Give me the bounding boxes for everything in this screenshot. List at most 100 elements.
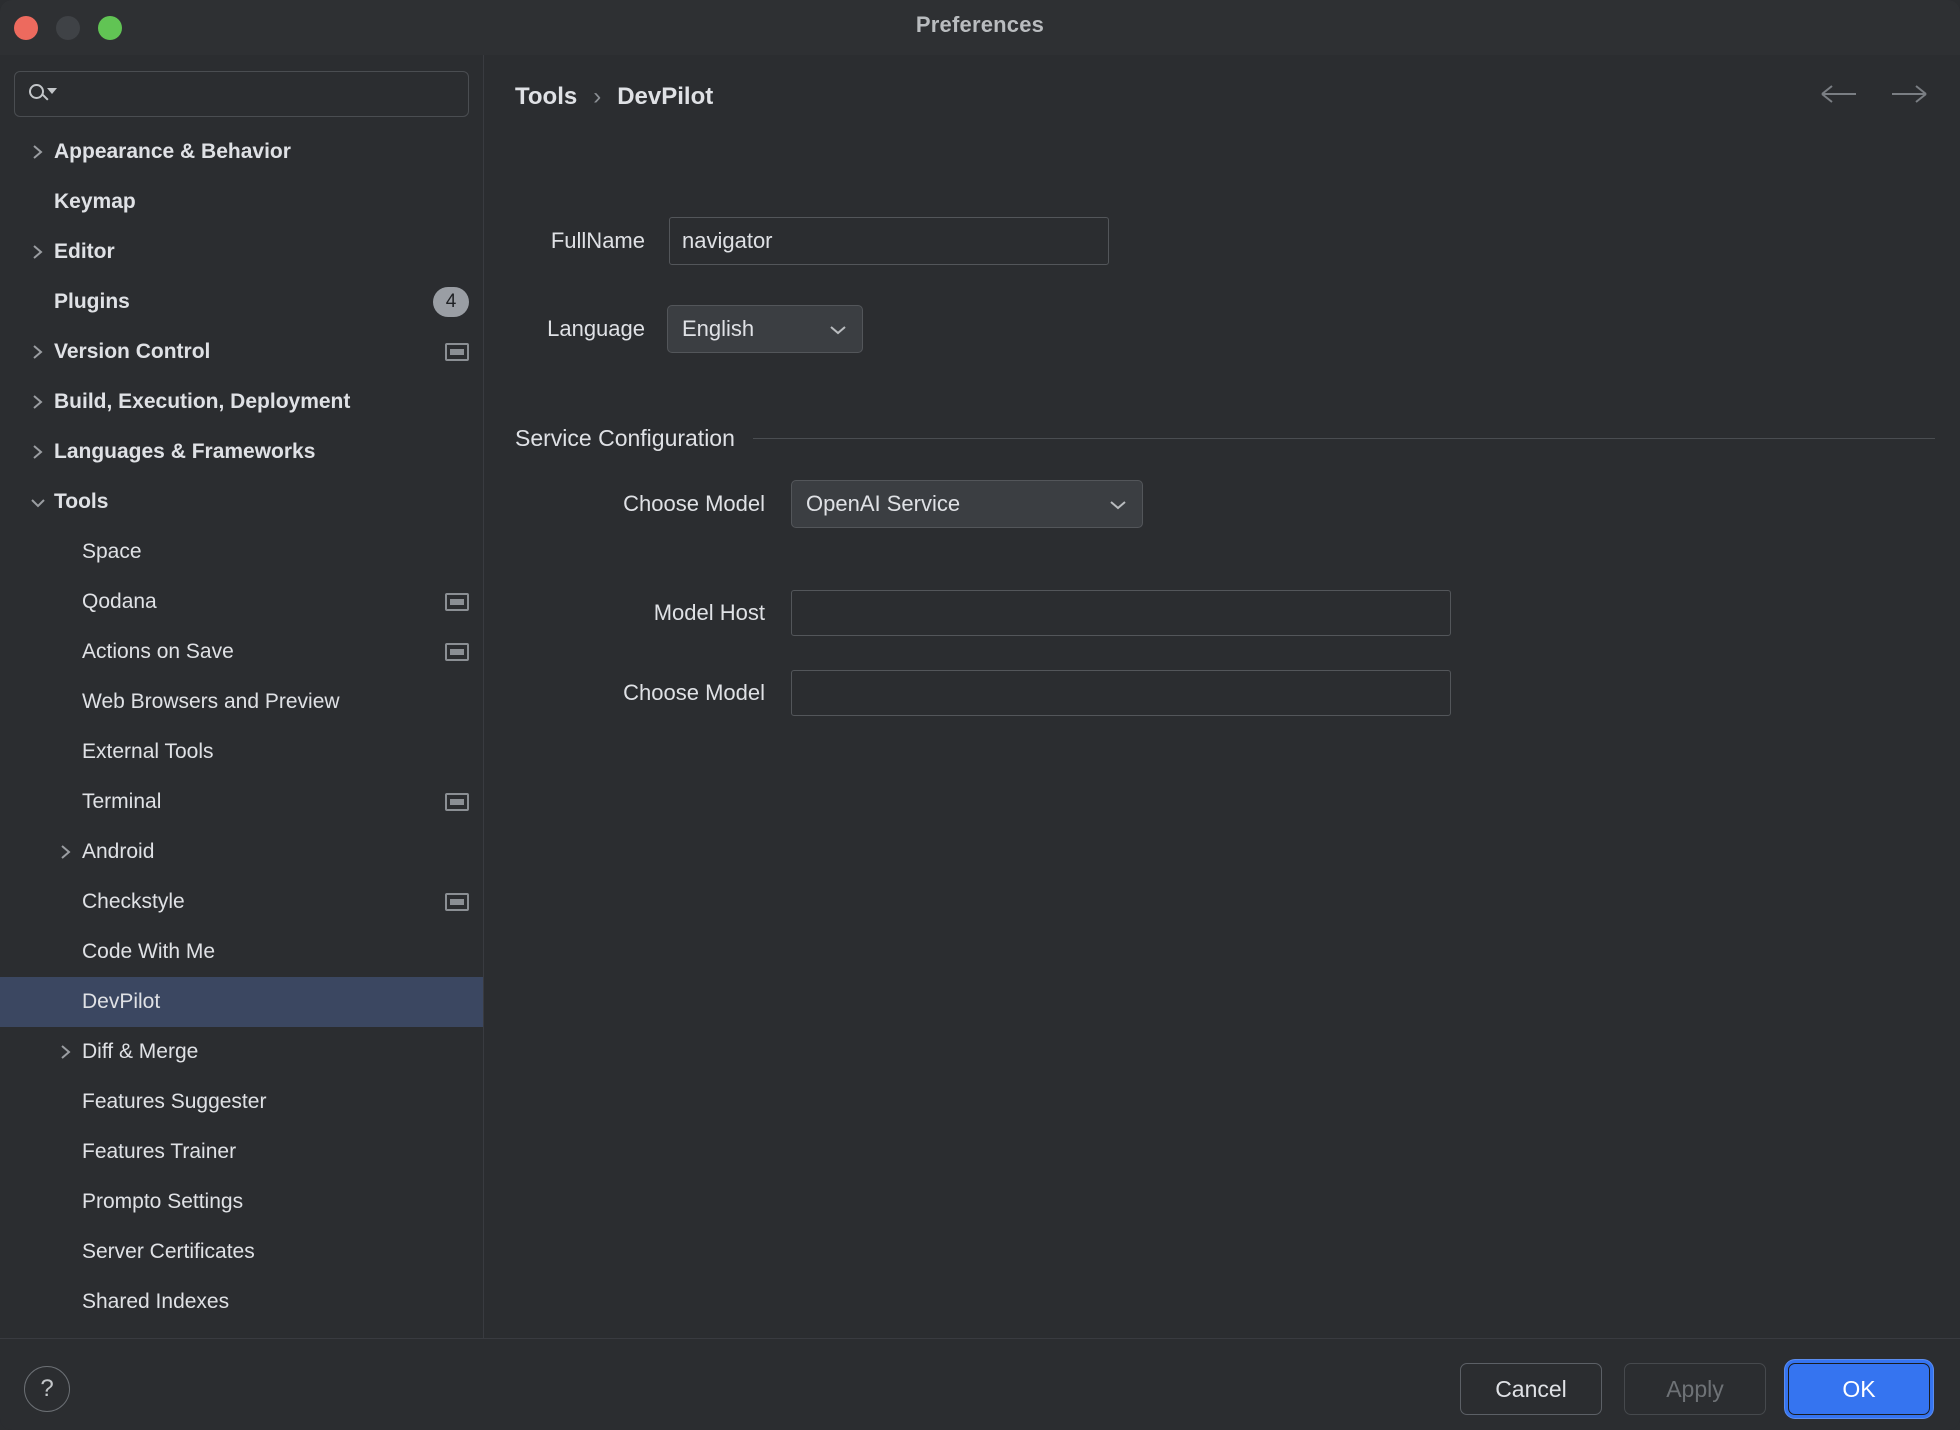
sidebar-item-actions-on-save[interactable]: Actions on Save	[0, 627, 483, 677]
sidebar-item-qodana[interactable]: Qodana	[0, 577, 483, 627]
sidebar-item-devpilot[interactable]: DevPilot	[0, 977, 483, 1027]
breadcrumb-separator-icon: ›	[593, 83, 602, 110]
sidebar-item-label: Shared Indexes	[82, 1290, 230, 1313]
sidebar-item-tools[interactable]: Tools	[0, 477, 483, 527]
chevron-down-icon	[1108, 499, 1128, 511]
chevron-right-icon[interactable]	[22, 342, 54, 362]
preferences-window: Preferences Appearance & Behavior Keymap E…	[0, 0, 1960, 1430]
sidebar-item-label: Version Control	[54, 340, 211, 363]
section-divider	[752, 438, 1935, 439]
chevron-right-icon[interactable]	[22, 442, 54, 462]
sidebar-item-terminal[interactable]: Terminal	[0, 777, 483, 827]
sidebar-item-label: Features Trainer	[82, 1140, 237, 1163]
choose-model-input-row: Choose Model	[515, 670, 1451, 716]
sidebar-item-label: Plugins	[54, 290, 130, 313]
sidebar-item-label: Android	[82, 840, 155, 863]
sidebar-item-version-control[interactable]: Version Control	[0, 327, 483, 377]
chevron-down-icon[interactable]	[22, 494, 54, 510]
chevron-right-icon[interactable]	[50, 1042, 82, 1062]
project-scope-icon	[445, 593, 469, 611]
title-bar: Preferences	[0, 0, 1960, 55]
sidebar-item-features-trainer[interactable]: Features Trainer	[0, 1127, 483, 1177]
sidebar-item-checkstyle[interactable]: Checkstyle	[0, 877, 483, 927]
project-scope-icon	[445, 643, 469, 661]
chevron-right-icon[interactable]	[22, 392, 54, 412]
sidebar-item-prompto-settings[interactable]: Prompto Settings	[0, 1177, 483, 1227]
choose-model-input[interactable]	[791, 670, 1451, 716]
model-host-label: Model Host	[653, 600, 765, 625]
language-select-value: English	[682, 316, 755, 341]
sidebar-item-diff-merge[interactable]: Diff & Merge	[0, 1027, 483, 1077]
sidebar-item-keymap[interactable]: Keymap	[0, 177, 483, 227]
breadcrumb-current: DevPilot	[617, 83, 714, 110]
sidebar-item-label: Diff & Merge	[82, 1040, 199, 1063]
sidebar-item-android[interactable]: Android	[0, 827, 483, 877]
sidebar-item-code-with-me[interactable]: Code With Me	[0, 927, 483, 977]
window-title: Preferences	[915, 12, 1045, 37]
apply-button[interactable]: Apply	[1624, 1363, 1766, 1415]
status-badge: 4	[433, 287, 469, 317]
chevron-right-icon[interactable]	[22, 142, 54, 162]
settings-detail-panel: Tools › DevPilot FullName Language Engli…	[485, 55, 1960, 1338]
cancel-button[interactable]: Cancel	[1460, 1363, 1602, 1415]
sidebar-item-label: Terminal	[82, 790, 162, 813]
sidebar-item-features-suggester[interactable]: Features Suggester	[0, 1077, 483, 1127]
sidebar-item-label: Build, Execution, Deployment	[54, 390, 351, 413]
search-icon	[29, 82, 57, 106]
sidebar-item-label: Space	[82, 540, 142, 563]
sidebar-item-label: Prompto Settings	[82, 1190, 244, 1213]
search-input[interactable]	[57, 83, 468, 105]
sidebar-item-build-execution-deployment[interactable]: Build, Execution, Deployment	[0, 377, 483, 427]
sidebar-item-shared-indexes[interactable]: Shared Indexes	[0, 1277, 483, 1327]
forward-arrow-icon[interactable]	[1888, 83, 1928, 105]
breadcrumb: Tools › DevPilot	[515, 83, 713, 111]
navigation-arrows	[1820, 83, 1928, 105]
dialog-buttons: Cancel Apply OK	[1460, 1363, 1934, 1415]
back-arrow-icon[interactable]	[1820, 83, 1860, 105]
sidebar-item-label: Qodana	[82, 590, 157, 613]
sidebar-item-appearance-behavior[interactable]: Appearance & Behavior	[0, 127, 483, 177]
project-scope-icon	[445, 893, 469, 911]
model-host-row: Model Host	[515, 590, 1451, 636]
language-row: Language English	[515, 305, 863, 353]
choose-model-select-label: Choose Model	[623, 491, 765, 516]
sidebar-item-label: Tools	[54, 490, 109, 513]
chevron-right-icon[interactable]	[50, 842, 82, 862]
sidebar-item-external-tools[interactable]: External Tools	[0, 727, 483, 777]
choose-model-input-label: Choose Model	[623, 680, 765, 705]
chevron-right-icon[interactable]	[22, 242, 54, 262]
choose-model-select-row: Choose Model OpenAI Service	[515, 480, 1143, 528]
dialog-footer: ? Cancel Apply OK	[0, 1338, 1960, 1430]
service-configuration-header: Service Configuration	[515, 425, 1935, 452]
sidebar-item-label: Appearance & Behavior	[54, 140, 291, 163]
sidebar-item-label: Keymap	[54, 190, 136, 213]
chevron-down-icon	[828, 324, 848, 336]
sidebar-item-editor[interactable]: Editor	[0, 227, 483, 277]
sidebar-item-label: Features Suggester	[82, 1090, 267, 1113]
fullname-input[interactable]	[669, 217, 1109, 265]
ok-button[interactable]: OK	[1788, 1363, 1930, 1415]
choose-model-select-value: OpenAI Service	[806, 491, 961, 516]
project-scope-icon	[445, 343, 469, 361]
model-host-input[interactable]	[791, 590, 1451, 636]
sidebar-item-label: Code With Me	[82, 940, 216, 963]
search-area	[0, 55, 483, 117]
choose-model-select[interactable]: OpenAI Service	[791, 480, 1143, 528]
sidebar-item-label: Languages & Frameworks	[54, 440, 316, 463]
help-button[interactable]: ?	[24, 1366, 70, 1412]
sidebar-item-server-certificates[interactable]: Server Certificates	[0, 1227, 483, 1277]
service-configuration-title: Service Configuration	[515, 425, 735, 451]
sidebar-item-label: DevPilot	[82, 990, 161, 1013]
sidebar-item-web-browsers-and-preview[interactable]: Web Browsers and Preview	[0, 677, 483, 727]
sidebar-item-plugins[interactable]: Plugins 4	[0, 277, 483, 327]
language-select[interactable]: English	[667, 305, 863, 353]
language-label: Language	[547, 316, 645, 341]
fullname-row: FullName	[515, 217, 1115, 265]
breadcrumb-parent[interactable]: Tools	[515, 83, 577, 111]
search-box[interactable]	[14, 71, 469, 117]
sidebar-item-label: Editor	[54, 240, 115, 263]
settings-tree: Appearance & Behavior Keymap Editor Plugins…	[0, 127, 483, 1327]
sidebar-item-space[interactable]: Space	[0, 527, 483, 577]
sidebar-item-label: Server Certificates	[82, 1240, 255, 1263]
sidebar-item-languages-frameworks[interactable]: Languages & Frameworks	[0, 427, 483, 477]
